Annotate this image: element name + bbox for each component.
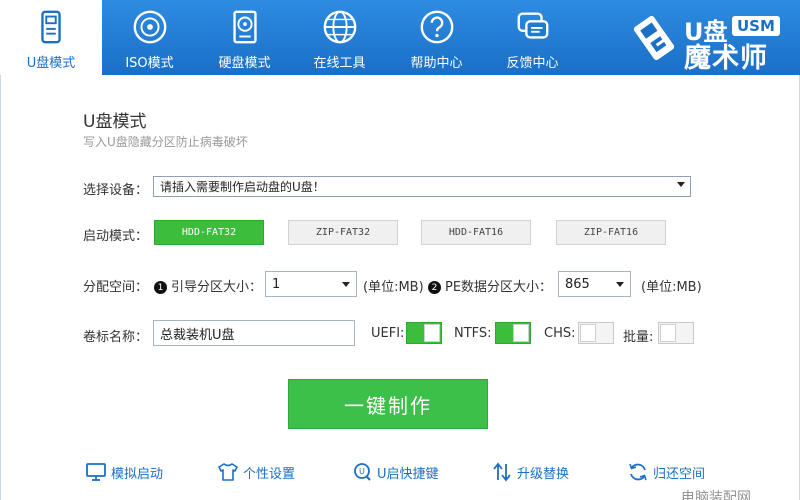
search-key-icon: U [354,463,371,481]
tab-label: 帮助中心 [410,56,463,71]
pe-partition-size-select[interactable]: 865 [558,271,631,297]
boot-option-zip-fat32[interactable]: ZIP-FAT32 [288,220,398,245]
usb-magic-logo-icon [633,15,675,61]
restore-space-label: 归还空间 [653,466,706,482]
tab-label: 硬盘模式 [218,56,271,71]
tab-feedback-center[interactable]: 反馈中心 [485,0,580,75]
upgrade-replace-link[interactable]: 升级替换 [491,459,569,485]
boot-mode-label: 启动模式： [83,229,149,244]
usb-drive-icon [31,7,71,47]
toggle-knob [424,324,440,342]
boot-option-hdd-fat16[interactable]: HDD-FAT16 [421,220,531,245]
logo-usm-badge: USM [732,16,780,36]
boot-option-zip-fat16[interactable]: ZIP-FAT16 [556,220,666,245]
personal-settings-link[interactable]: 个性设置 [217,459,295,485]
refresh-icon [629,463,647,481]
pe-partition-unit: (单位:MB) [641,280,702,295]
batch-label: 批量: [623,330,654,345]
boot-hotkey-label: U启快捷键 [377,466,439,482]
pe-partition-text: PE数据分区大小： [445,280,553,295]
tab-label: 反馈中心 [506,56,559,71]
app-logo: U盘 USM 魔术师 [628,6,788,74]
one-click-make-button[interactable]: 一键制作 [288,379,488,429]
uefi-toggle[interactable] [406,322,442,344]
tab-help-center[interactable]: 帮助中心 [389,0,484,75]
watermark-text: 电脑装配网 [681,490,751,500]
device-select[interactable]: 请插入需要制作启动盘的U盘！ [153,176,691,197]
volume-name-value: 总裁装机U盘 [160,327,235,343]
volume-name-input[interactable]: 总裁装机U盘 [153,320,355,346]
hard-disk-icon [225,7,265,47]
personal-settings-label: 个性设置 [243,466,296,482]
volume-label: 卷标名称： [83,330,149,345]
globe-icon [320,7,360,47]
logo-cn-text: 魔术师 [684,43,768,74]
step-1-badge: 1 [154,281,167,294]
tab-label: 在线工具 [313,56,366,71]
toggle-knob [580,324,596,342]
page-subtitle: 写入U盘隐藏分区防止病毒破坏 [83,135,248,149]
simulate-boot-label: 模拟启动 [111,466,164,482]
chevron-down-icon [342,282,350,287]
boot-partition-text: 引导分区大小： [171,280,263,295]
chevron-down-icon [616,282,624,287]
tab-label: ISO模式 [125,56,174,71]
page-title: U盘模式 [83,112,147,132]
boot-partition-unit: (单位:MB) [363,280,424,295]
batch-toggle[interactable] [658,322,694,344]
restore-space-link[interactable]: 归还空间 [627,459,705,485]
disc-icon [130,7,170,47]
tab-hard-disk-mode[interactable]: 硬盘模式 [197,0,292,75]
boot-partition-label: 1 引导分区大小： [154,276,262,295]
tab-online-tools[interactable]: 在线工具 [292,0,387,75]
uefi-label: UEFI: [371,326,405,341]
tab-usb-mode[interactable]: U盘模式 [0,0,102,75]
upgrade-replace-label: 升级替换 [517,466,570,482]
monitor-icon [86,463,106,481]
partition-label: 分配空间： [83,280,149,295]
tab-iso-mode[interactable]: ISO模式 [102,0,197,75]
chs-toggle[interactable] [578,322,614,344]
boot-hotkey-link[interactable]: U U启快捷键 [351,459,439,485]
chs-label: CHS: [544,326,576,341]
device-label: 选择设备： [83,183,149,198]
main-panel: U盘模式 写入U盘隐藏分区防止病毒破坏 选择设备： 请插入需要制作启动盘的U盘！… [0,75,800,500]
top-toolbar: U盘模式 ISO模式 硬盘模式 在线工具 帮助中心 反馈中心 U盘 USM 魔术… [0,0,800,75]
step-2-badge: 2 [428,281,441,294]
chat-bubble-icon [513,7,553,47]
boot-partition-size-select[interactable]: 1 [265,271,357,297]
upgrade-arrows-icon [493,462,511,482]
boot-partition-size-value: 1 [272,276,281,292]
question-icon [417,7,457,47]
ntfs-toggle[interactable] [495,322,531,344]
svg-text:U: U [359,467,365,476]
boot-option-hdd-fat32[interactable]: HDD-FAT32 [154,220,264,245]
pe-partition-size-value: 865 [565,276,590,292]
toggle-knob [660,324,676,342]
simulate-boot-link[interactable]: 模拟启动 [85,459,163,485]
pe-partition-label: 2 PE数据分区大小： [428,276,552,295]
device-select-value: 请插入需要制作启动盘的U盘！ [160,180,325,194]
tshirt-icon [218,463,238,481]
tab-label: U盘模式 [26,56,76,71]
ntfs-label: NTFS: [454,326,492,341]
toggle-knob [513,324,529,342]
chevron-down-icon [677,182,685,187]
